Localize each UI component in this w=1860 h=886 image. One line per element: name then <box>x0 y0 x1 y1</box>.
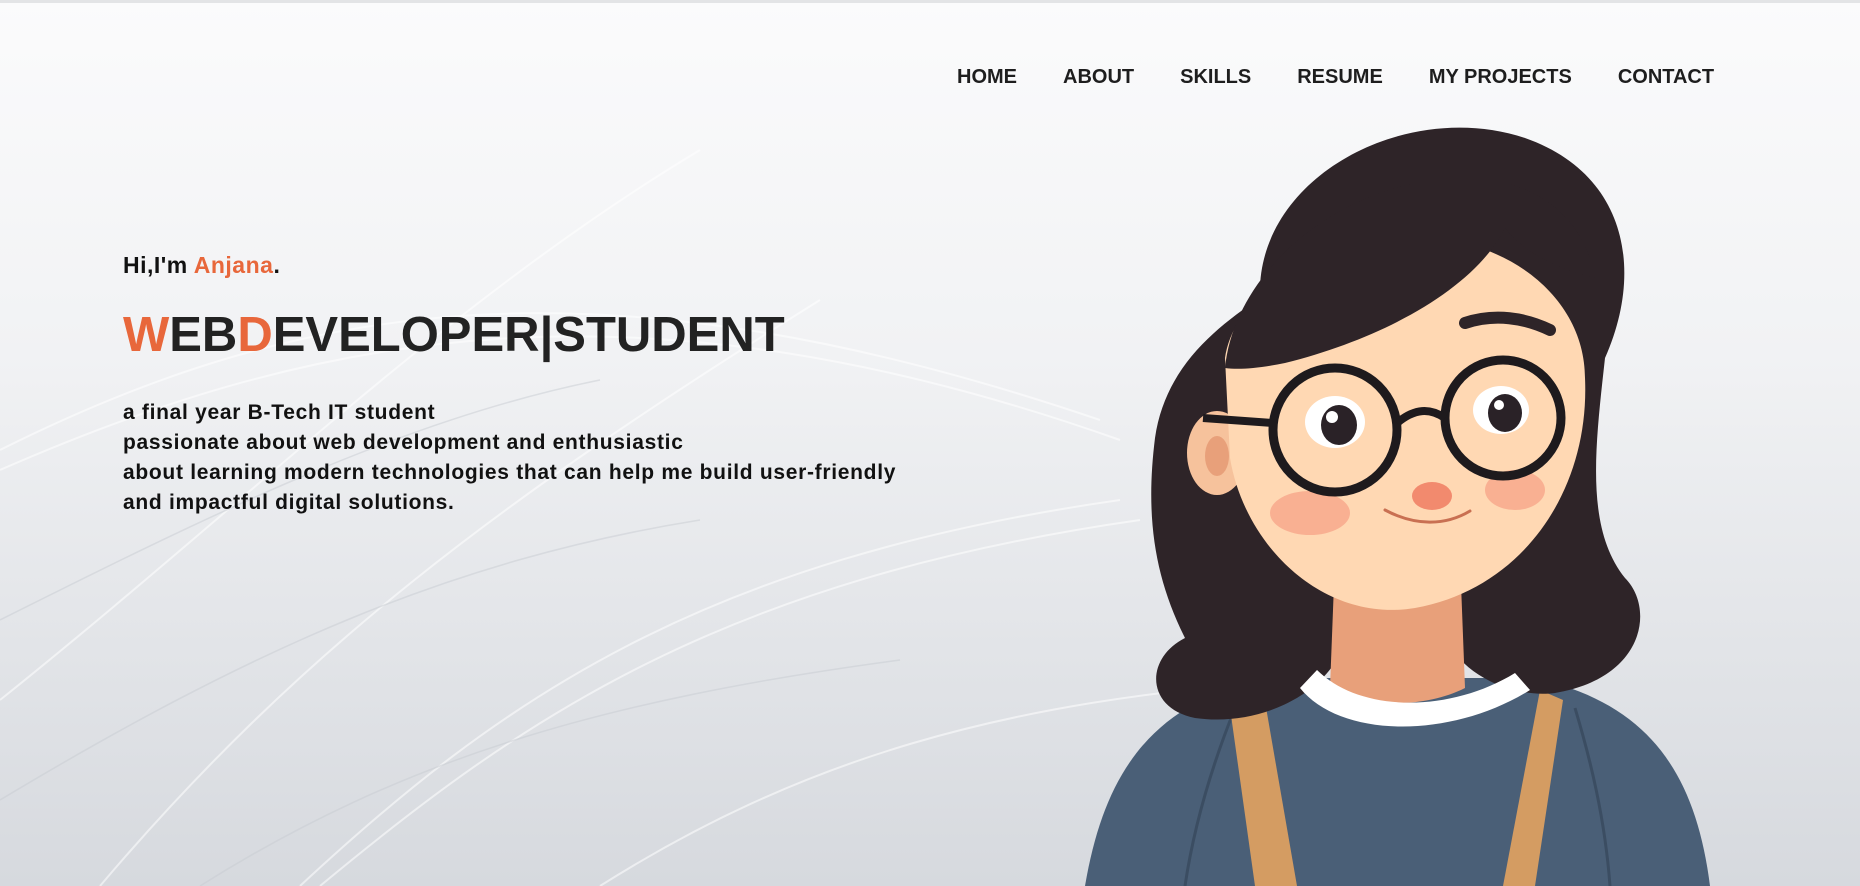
hero-section: Hi,I'm Anjana. WEBDEVELOPER|STUDENT a fi… <box>123 252 896 518</box>
nav-skills[interactable]: SKILLS <box>1180 66 1251 89</box>
nav-contact[interactable]: CONTACT <box>1618 66 1714 89</box>
bio-line: passionate about web development and ent… <box>123 431 684 454</box>
title-part: D <box>237 308 273 362</box>
nav-resume[interactable]: RESUME <box>1297 66 1383 89</box>
title-part: EB <box>169 308 238 362</box>
title-part: EVELOPER|STUDENT <box>272 308 785 362</box>
greeting: Hi,I'm Anjana. <box>123 252 896 279</box>
main-nav: HOME ABOUT SKILLS RESUME MY PROJECTS CON… <box>957 66 1714 89</box>
hero-title: WEBDEVELOPER|STUDENT <box>123 311 896 360</box>
hero-bio: a final year B-Tech IT student passionat… <box>123 398 896 518</box>
bio-line: a final year B-Tech IT student <box>123 401 436 424</box>
nav-home[interactable]: HOME <box>957 66 1017 89</box>
greeting-suffix: . <box>273 252 281 278</box>
bio-line: and impactful digital solutions. <box>123 491 455 514</box>
hero-name: Anjana <box>193 252 274 278</box>
nav-my-projects[interactable]: MY PROJECTS <box>1429 66 1572 89</box>
greeting-prefix: Hi,I'm <box>123 252 194 278</box>
nav-about[interactable]: ABOUT <box>1063 66 1134 89</box>
title-part: W <box>123 308 170 362</box>
avatar-illustration <box>1085 127 1710 886</box>
bio-line: about learning modern technologies that … <box>123 461 897 484</box>
